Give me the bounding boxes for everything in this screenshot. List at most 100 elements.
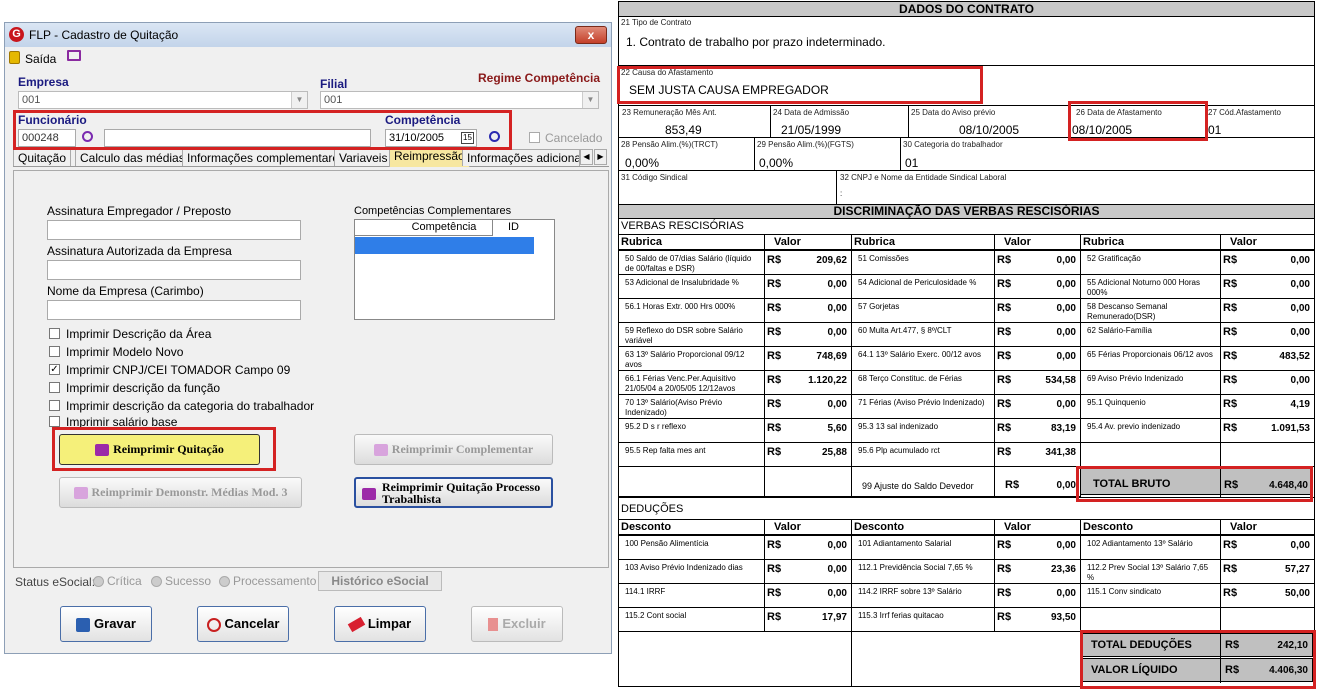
radio-processamento[interactable]: Processamento [213,574,316,588]
reimpressao-panel: Assinatura Empregador / Preposto Assinat… [13,170,609,568]
rubrica-cell: 63 13º Salário Proporcional 09/12 avos R$… [618,346,852,371]
field-31: 31 Código Sindical [618,170,837,205]
empresa-select[interactable]: 001 ▼ [18,91,308,109]
tab-informacoes-complementares[interactable]: Informações complementares [182,149,351,166]
valor-liquido-value: 4.406,30 [1269,665,1308,676]
chk-descricao-funcao-label: Imprimir descrição da função [66,381,221,395]
chk-categoria-trabalhador[interactable] [49,400,60,411]
limpar-label: Limpar [367,616,412,631]
currency-symbol: R$ [1223,278,1238,290]
historico-esocial-button[interactable]: Histórico eSocial [318,571,442,591]
currency-symbol: R$ [1225,639,1240,651]
rubrica-cell: 112.1 Previdência Social 7,65 % R$ 23,36 [851,559,1081,584]
f28-caption: 28 Pensão Alim.(%)(TRCT) [621,140,718,149]
competencia-date-input[interactable]: 31/10/2005 15 [385,129,477,147]
funcionario-name-input[interactable] [104,129,371,147]
rubrica-value: 1.091,53 [1271,423,1310,434]
rubrica-value: 93,50 [1050,612,1076,623]
f22-caption: 22 Causa do Afastamento [621,68,714,77]
grid-header-cell: Rubrica Valor [618,234,852,250]
currency-symbol: R$ [997,587,1012,599]
cancelar-button[interactable]: Cancelar [197,606,289,642]
currency-symbol: R$ [1223,398,1238,410]
rubrica-desc: 64.1 13º Salário Exerc. 00/12 avos [858,350,981,359]
grid-header-cell: Desconto Valor [851,519,1081,535]
rubrica-value: 4,19 [1290,399,1310,410]
radio-critica[interactable]: Crítica [87,574,142,588]
currency-symbol: R$ [1223,539,1238,551]
search-icon[interactable] [489,131,500,142]
rubrica-desc: 57 Gorjetas [858,302,900,311]
reimprimir-complementar-button[interactable]: Reimprimir Complementar [354,434,553,465]
nome-empresa-input[interactable] [47,300,301,320]
chk-descricao-area[interactable] [49,328,60,339]
chk-modelo-novo[interactable] [49,346,60,357]
excluir-button[interactable]: Excluir [471,606,563,642]
rubrica-desc: 100 Pensão Alimentícia [625,539,709,548]
chk-descricao-funcao[interactable] [49,382,60,393]
radio-sucesso[interactable]: Sucesso [145,574,211,588]
rubrica-cell: 50 Saldo de 07/dias Salário (líquido de … [618,250,852,275]
chk-cnpj-tomador[interactable]: ✓ [49,364,60,375]
rubrica-cell: 95.6 Plp acumulado rct R$ 341,38 [851,442,1081,467]
assinatura-empregador-input[interactable] [47,220,301,240]
reimprimir-complementar-label: Reimprimir Complementar [391,442,534,456]
competencias-complementares-label: Competências Complementares [354,205,512,217]
tab-informacoes-adicionais[interactable]: Informações adicionais [462,149,580,166]
menu-exit[interactable]: Saída [25,52,56,66]
field-29: 29 Pensão Alim.(%)(FGTS) 0,00% [754,137,901,171]
chk-salario-base[interactable] [49,416,60,427]
rubrica-desc: 95.6 Plp acumulado rct [858,446,940,455]
tab-variaveis[interactable]: Variaveis [334,149,393,166]
valor-liquido-label: VALOR LÍQUIDO [1091,664,1178,676]
cancelado-checkbox[interactable] [529,132,540,143]
excluir-label: Excluir [502,616,546,631]
f30-value: 01 [905,156,919,170]
rubrica-value: 748,69 [816,351,847,362]
rubrica-desc: 56.1 Horas Extr. 000 Hrs 000% [625,302,736,311]
currency-symbol: R$ [997,446,1012,458]
trct-document: DADOS DO CONTRATO 21 Tipo de Contrato 1.… [618,0,1315,692]
rubrica-value: 0,00 [1290,303,1310,314]
reimprimir-processo-button[interactable]: Reimprimir Quitação Processo Trabalhista [354,477,553,508]
rubrica-desc: 103 Aviso Prévio Indenizado dias [625,563,743,572]
filial-select[interactable]: 001 ▼ [320,91,599,109]
calendar-icon[interactable]: 15 [461,132,474,144]
search-icon[interactable] [82,131,93,142]
rubrica-value: 83,19 [1050,423,1076,434]
discriminacao-header: DISCRIMINAÇÃO DAS VERBAS RESCISÓRIAS [618,204,1315,219]
tab-scroll-left-icon[interactable]: ◀ [580,149,593,165]
col-valor: Valor [1230,236,1257,248]
funcionario-code-input[interactable]: 000248 [18,129,76,147]
f24-value: 21/05/1999 [781,123,842,137]
rubrica-cell: 56.1 Horas Extr. 000 Hrs 000% R$ 0,00 [618,298,852,323]
chevron-down-icon: ▼ [582,92,598,108]
tab-quitacao[interactable]: Quitação [13,149,72,166]
rubrica-value: 0,00 [1290,540,1310,551]
competencia-label: Competência [385,113,461,127]
rubrica-desc: 101 Adiantamento Salarial [858,539,952,548]
col-id-header[interactable]: ID [492,220,534,236]
tab-reimpressao[interactable]: Reimpressão [389,147,470,167]
gravar-button[interactable]: Gravar [60,606,152,642]
assinatura-autorizada-input[interactable] [47,260,301,280]
tab-calculo-medias[interactable]: Calculo das médias [75,149,190,166]
f29-caption: 29 Pensão Alim.(%)(FGTS) [757,140,854,149]
grid-header-cell: Rubrica Valor [1080,234,1315,250]
rubrica-value: 0,00 [827,303,847,314]
close-button[interactable]: x [575,26,607,44]
grid-selected-row[interactable] [355,237,534,254]
competencias-grid[interactable]: Competência ID [354,219,555,320]
tab-scroll-right-icon[interactable]: ▶ [594,149,607,165]
currency-symbol: R$ [997,398,1012,410]
currency-symbol: R$ [997,374,1012,386]
printer-icon [373,444,388,457]
limpar-button[interactable]: Limpar [334,606,426,642]
reimprimir-quitacao-button[interactable]: Reimprimir Quitação [59,434,260,465]
reimprimir-demonstr-button[interactable]: Reimprimir Demonstr. Médias Mod. 3 [59,477,302,508]
window-title: FLP - Cadastro de Quitação [29,28,179,42]
rubrica-value: 1.120,22 [808,375,847,386]
f24-caption: 24 Data de Admissão [773,108,850,117]
rubrica-cell [1080,607,1315,632]
monitor-icon[interactable] [67,50,81,61]
